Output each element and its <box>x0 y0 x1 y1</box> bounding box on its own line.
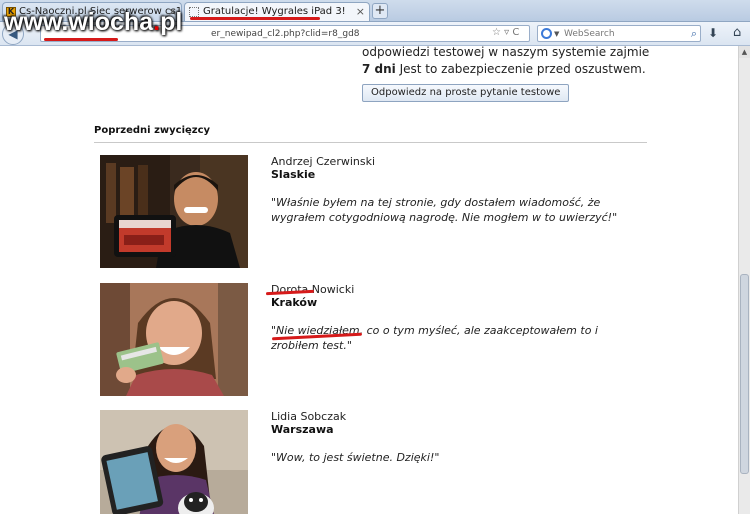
bookmark-star-icon[interactable]: ☆ ▿ C <box>492 27 519 38</box>
download-icon[interactable]: ⬇ <box>708 26 718 40</box>
winner-city: Slaskie <box>271 168 316 181</box>
intro-text: odpowiedzi testowej w naszym systemie za… <box>362 46 662 78</box>
answer-question-button[interactable]: Odpowiedz na proste pytanie testowe <box>362 84 570 102</box>
search-placeholder: WebSearch <box>564 29 615 39</box>
winner-quote: "Wow, to jest świetne. Dzięki!" <box>271 451 440 464</box>
search-icon[interactable]: ⌕ <box>691 26 697 42</box>
close-tab-icon[interactable]: × <box>356 3 365 21</box>
vertical-scrollbar[interactable]: ▲ <box>738 46 750 514</box>
url-text: er_newipad_cl2.php?clid=r8_gd8 <box>211 29 360 39</box>
url-underline-annotation <box>44 38 118 41</box>
search-input[interactable]: ▼ WebSearch ⌕ <box>537 25 701 42</box>
winner-city: Kraków <box>271 296 318 309</box>
scroll-up-icon[interactable]: ▲ <box>739 46 750 58</box>
home-icon[interactable]: ⌂ <box>733 25 741 40</box>
tab-label: Gratulacje! Wygrales iPad 3! <box>203 6 346 17</box>
winner-photo <box>100 283 248 396</box>
new-tab-button[interactable]: + <box>372 3 388 19</box>
blank-page-icon <box>189 7 199 17</box>
intro-bold: 7 dni <box>362 62 396 76</box>
winner-name: Andrzej Czerwinski <box>271 155 376 168</box>
watermark-logo: www.wiocha.pl <box>4 8 183 36</box>
winner-name: Lidia Sobczak <box>271 410 347 423</box>
winner-city: Warszawa <box>271 423 334 436</box>
chevron-down-icon[interactable]: ▼ <box>554 26 559 42</box>
winner-quote: "Nie wiedziałem, co o tym myśleć, ale za… <box>271 324 598 352</box>
tab-underline-annotation <box>190 17 320 20</box>
winner-photo <box>100 155 248 268</box>
intro-line1: odpowiedzi testowej w naszym systemie za… <box>362 46 650 59</box>
winner-quote: "Właśnie byłem na tej stronie, gdy dosta… <box>271 196 618 224</box>
scroll-thumb[interactable] <box>740 274 749 474</box>
winner-photo <box>100 410 248 514</box>
search-engine-icon[interactable] <box>541 28 552 39</box>
page-content: odpowiedzi testowej w naszym systemie za… <box>0 46 738 514</box>
section-title: Poprzedni zwycięzcy <box>94 125 211 136</box>
divider <box>94 142 647 143</box>
intro-line2: Jest to zabezpieczenie przed oszustwem. <box>395 62 646 76</box>
